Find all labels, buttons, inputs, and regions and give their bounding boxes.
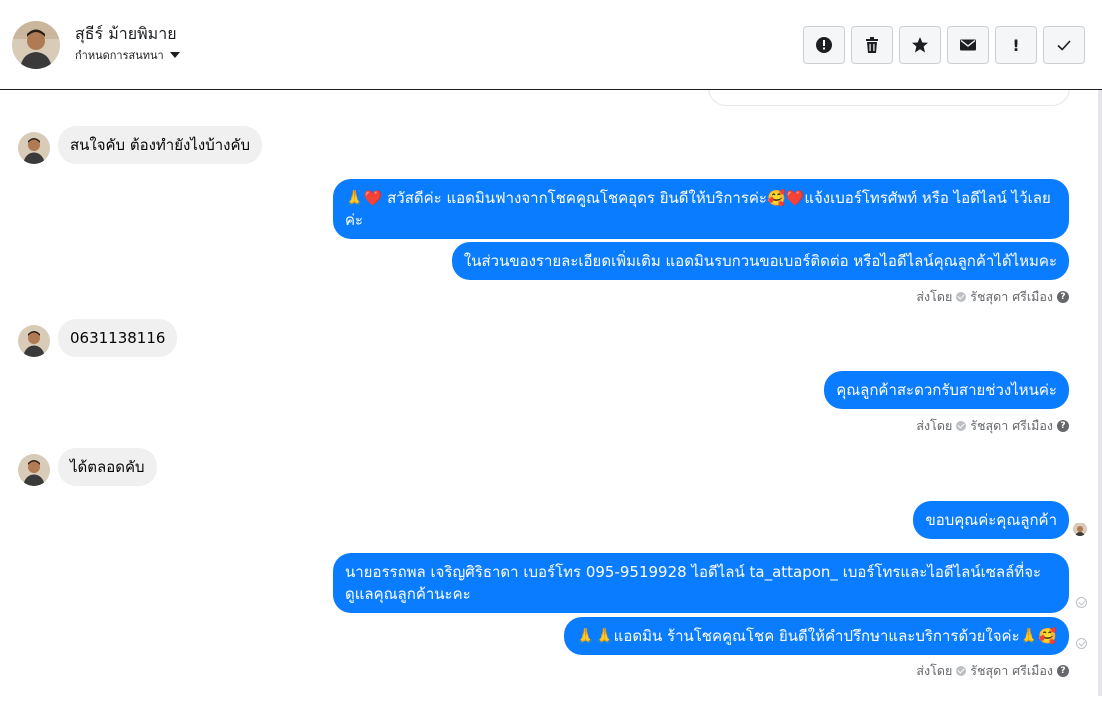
outgoing-message[interactable]: 🙏🙏แอดมิน ร้านโชคคูณโชค ยินดีให้คำปรึกษาแ… [564, 617, 1069, 655]
caret-down-icon [169, 52, 180, 58]
help-icon[interactable]: ? [1057, 291, 1069, 303]
customer-avatar [18, 325, 50, 357]
sent-by-label: ส่งโดย รัชสุดา ศรีเมือง ? [916, 416, 1069, 436]
outgoing-message[interactable]: คุณลูกค้าสะดวกรับสายช่วงไหนค่ะ [824, 371, 1069, 409]
conversation-toolbar: ! [803, 26, 1085, 64]
help-icon[interactable]: ? [1057, 665, 1069, 677]
mark-spam-button[interactable] [803, 26, 845, 64]
incoming-message[interactable]: สนใจคับ ต้องทำยังไงบ้างคับ [58, 126, 263, 164]
previous-message-bubble [708, 90, 1070, 106]
trash-icon [866, 37, 878, 53]
outgoing-message[interactable]: นายอรรถพล เจริญศิริธาดา เบอร์โทร 095-951… [333, 553, 1069, 613]
follow-up-button[interactable]: ! [995, 26, 1037, 64]
sent-by-label: ส่งโดย รัชสุดา ศรีเมือง ? [916, 287, 1069, 307]
check-icon [1057, 40, 1071, 51]
assign-conversation-dropdown[interactable]: กำหนดการสนทนา [75, 46, 180, 64]
help-icon[interactable]: ? [1057, 420, 1069, 432]
assign-label: กำหนดการสนทนา [75, 49, 164, 62]
customer-avatar [18, 454, 50, 486]
verified-icon [956, 421, 967, 431]
exclamation-icon: ! [1012, 35, 1020, 55]
incoming-message[interactable]: ได้ตลอดคับ [58, 448, 157, 486]
verified-icon [956, 292, 967, 302]
conversation-header: สุธีร์ ม้ายพิมาย กำหนดการสนทนา ! [0, 0, 1102, 90]
incoming-message[interactable]: 0631138116 [58, 319, 178, 357]
delivered-check-icon [1076, 597, 1087, 608]
customer-avatar [18, 132, 50, 164]
star-icon [912, 37, 928, 53]
contact-avatar[interactable] [12, 21, 60, 69]
outgoing-message[interactable]: ขอบคุณค่ะคุณลูกค้า [913, 501, 1069, 539]
delivered-check-icon [1076, 638, 1087, 649]
mark-done-button[interactable] [1043, 26, 1085, 64]
message-thread[interactable]: สนใจคับ ต้องทำยังไงบ้างคับ 🙏❤️ สวัสดีค่ะ… [0, 90, 1102, 709]
verified-icon [956, 666, 967, 676]
delete-button[interactable] [851, 26, 893, 64]
contact-name: สุธีร์ ม้ายพิมาย [75, 24, 177, 43]
outgoing-message[interactable]: ในส่วนของรายละเอียดเพิ่มเติม แอดมินรบกวน… [451, 242, 1069, 280]
mark-unread-button[interactable] [947, 26, 989, 64]
outgoing-message[interactable]: 🙏❤️ สวัสดีค่ะ แอดมินฟางจากโชคคูณโชคอุดร … [333, 179, 1069, 239]
alert-circle-icon [816, 37, 832, 53]
sent-by-label: ส่งโดย รัชสุดา ศรีเมือง ? [916, 661, 1069, 681]
envelope-icon [960, 39, 976, 51]
seen-avatar [1073, 522, 1087, 536]
star-button[interactable] [899, 26, 941, 64]
scrollbar[interactable] [1098, 90, 1102, 696]
